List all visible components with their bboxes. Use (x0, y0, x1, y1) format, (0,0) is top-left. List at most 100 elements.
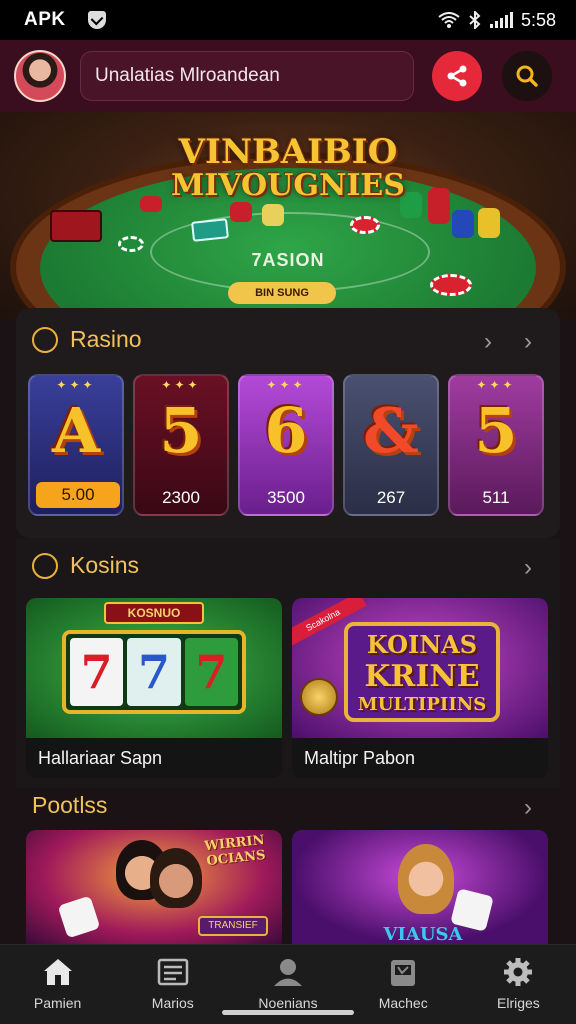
section-title: Kosins (70, 552, 140, 578)
game-tile[interactable]: Scakolna KOINAS KRINE MULTIPIINS Maltipr… (292, 598, 548, 778)
section-header-pootlss[interactable]: Pootlss (32, 792, 107, 819)
coin-icon (300, 678, 338, 716)
search-button[interactable] (502, 51, 552, 101)
multiplier-game-image: Scakolna KOINAS KRINE MULTIPIINS (292, 598, 548, 738)
tile-banner: KOSNUO (104, 602, 204, 624)
chevron-right-icon[interactable]: › (524, 328, 532, 356)
promo-badge: WIRRIN OCIANS (194, 832, 278, 884)
nav-item-home[interactable]: Pamien (0, 945, 115, 1024)
stars-icon: ✦✦✦ (56, 378, 96, 392)
promo-tile[interactable]: WIRRIN OCIANS TRANSIEF (26, 830, 282, 944)
status-app-label: APK (24, 9, 66, 30)
clock-icon (32, 326, 58, 353)
search-icon (516, 65, 538, 87)
game-card[interactable]: ✦✦✦ 6 3500 (238, 374, 334, 516)
card-value: 3500 (267, 488, 305, 507)
game-card[interactable]: ✦✦✦ A 5.00 (28, 374, 124, 516)
card-symbol: & (363, 394, 419, 467)
list-icon (157, 958, 189, 986)
avatar[interactable] (14, 50, 66, 102)
card-symbol: 6 (264, 394, 308, 467)
hero-banner[interactable]: VINBAIBIO MIVOUGNIES 7ASION BIN SUNG (0, 112, 576, 320)
promo-badge: VIAUSA (348, 924, 498, 944)
chip-stack-icon (230, 202, 252, 222)
tile-title-line2: KRINE (364, 659, 480, 694)
chip-stack-icon (452, 210, 474, 238)
game-tile[interactable]: KOSNUO 7 7 7 Hallariaar Sapn (26, 598, 282, 778)
nav-item-machec[interactable]: Machec (346, 945, 461, 1024)
stars-icon: ✦✦✦ (266, 378, 306, 392)
wifi-icon (438, 12, 460, 28)
nav-label: Noenians (258, 995, 318, 1011)
chevron-right-icon[interactable]: › (524, 554, 532, 582)
section-header-rasino[interactable]: Rasino (32, 326, 142, 353)
promo-button[interactable]: TRANSIEF (198, 916, 268, 936)
chip-icon (350, 216, 380, 234)
tile-ribbon-text: Scakolna (304, 606, 342, 634)
card-shoe-image (50, 210, 102, 242)
hero-pill-button[interactable]: BIN SUNG (228, 282, 336, 304)
reel-frame: 7 7 7 (62, 630, 246, 714)
dice-icon (57, 895, 101, 939)
nav-label: Marios (151, 995, 194, 1011)
coin-icon (32, 552, 58, 579)
promo-button-label: TRANSIEF (208, 920, 258, 931)
hero-pill-label: BIN SUNG (255, 287, 309, 299)
player-avatar-image (150, 848, 202, 908)
card-symbol: 5 (474, 394, 518, 467)
promo-tile[interactable]: VIAUSA (292, 830, 548, 944)
section-title: Rasino (70, 326, 142, 352)
chip-stack-icon (478, 208, 500, 238)
signal-icon (489, 12, 513, 28)
nav-item-elriges[interactable]: Elriges (461, 945, 576, 1024)
stars-icon: ✦✦✦ (476, 378, 516, 392)
player-avatar-image (398, 844, 454, 914)
slot-machine-image: KOSNUO 7 7 7 (26, 598, 282, 738)
chip-stack-icon (262, 204, 284, 226)
section-header-kosins[interactable]: Kosins (32, 552, 139, 579)
app-header: Unalatias Mlroandean (0, 40, 576, 112)
game-card[interactable]: & 267 (343, 374, 439, 516)
status-time: 5:58 (520, 9, 556, 30)
search-input[interactable]: Unalatias Mlroandean (80, 51, 414, 101)
section-title: Pootlss (32, 792, 108, 818)
game-tile-row: KOSNUO 7 7 7 Hallariaar Sapn Scakolna KO… (26, 598, 550, 778)
stars-icon: ✦✦✦ (161, 378, 201, 392)
tile-banner-text: KOSNUO (127, 606, 181, 620)
nav-label: Machec (378, 995, 428, 1011)
share-button[interactable] (432, 51, 482, 101)
slot-reel: 7 (127, 638, 181, 706)
hero-title-line2: MIVOUGNIES (171, 168, 405, 203)
search-input-text: Unalatias Mlroandean (95, 65, 280, 86)
tile-title-frame: KOINAS KRINE MULTIPIINS (344, 622, 500, 722)
tile-title-line3: MULTIPIINS (357, 694, 487, 715)
game-card[interactable]: ✦✦✦ 5 2300 (133, 374, 229, 516)
hero-title-line1: VINBAIBIO (178, 132, 398, 172)
tile-title-line1: KOINAS (366, 630, 478, 659)
card-symbol: 5 (159, 394, 203, 467)
promo-badge-text: VIAUSA (383, 924, 463, 944)
nav-label: Elriges (497, 995, 540, 1011)
slot-reel: 7 (70, 638, 124, 706)
promo-badge-text: WIRRIN OCIANS (203, 832, 267, 870)
home-indicator[interactable] (222, 1010, 354, 1015)
status-bar: APK 5:58 (0, 0, 576, 40)
card-value: 5.00 (36, 482, 120, 508)
card-value: 267 (376, 488, 406, 507)
chevron-right-icon[interactable]: › (524, 794, 532, 822)
promo-tile-row: WIRRIN OCIANS TRANSIEF VIAUSA (26, 830, 550, 944)
card-value: 511 (482, 488, 510, 507)
nav-item-marios[interactable]: Marios (115, 945, 230, 1024)
tile-label: Hallariaar Sapn (26, 738, 282, 778)
game-card-row: ✦✦✦ A 5.00 ✦✦✦ 5 2300 ✦✦✦ 6 3500 & 267 ✦… (28, 374, 548, 516)
bluetooth-icon (469, 11, 481, 29)
shield-icon (87, 11, 106, 29)
slots-icon (391, 960, 416, 986)
chevron-left-icon[interactable]: › (484, 328, 492, 356)
tile-label: Maltipr Pabon (292, 738, 548, 778)
home-icon (43, 959, 72, 985)
game-card[interactable]: ✦✦✦ 5 511 (448, 374, 544, 516)
slot-reel: 7 (184, 638, 238, 706)
table-text: 7ASION (251, 250, 325, 270)
share-icon (447, 65, 467, 87)
